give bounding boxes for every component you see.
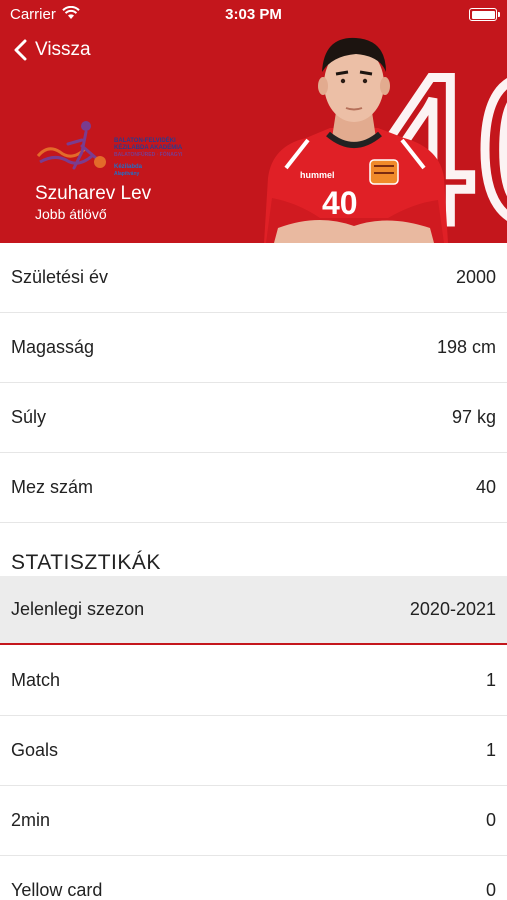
info-label: Magasság [11, 337, 95, 357]
stats-list: Match 1 Goals 1 2min 0 Yellow card 0 [0, 646, 507, 900]
back-button[interactable]: Vissza [14, 34, 91, 66]
player-info-list: Születési év 2000 Magasság 198 cm Súly 9… [0, 243, 507, 523]
player-header: Carrier 3:03 PM Vissza 40 [0, 0, 507, 243]
stat-value: 1 [485, 670, 496, 690]
club-logo: BALATON-FELVIDÉKI KÉZILABDA AKADÉMIA BAL… [34, 118, 204, 182]
info-row-shirt-number: Mez szám 40 [0, 453, 507, 523]
back-label: Vissza [35, 39, 91, 60]
stat-label: Goals [11, 740, 59, 760]
info-row-weight: Súly 97 kg [0, 383, 507, 453]
stat-label: Yellow card [11, 880, 103, 900]
player-name: Szuharev Lev [35, 183, 152, 204]
info-value: 2000 [455, 267, 496, 287]
stat-value: 1 [485, 740, 496, 760]
info-row-height: Magasság 198 cm [0, 313, 507, 383]
stat-row-match: Match 1 [0, 646, 507, 716]
season-selector[interactable]: Jelenlegi szezon 2020-2021 [0, 576, 507, 645]
info-value: 40 [475, 477, 496, 497]
season-value: 2020-2021 [409, 599, 496, 619]
stat-label: 2min [11, 810, 51, 830]
stat-value: 0 [485, 880, 496, 900]
shirt-brand-text: hummel [300, 170, 335, 180]
stat-row-2min: 2min 0 [0, 786, 507, 856]
stat-row-yellow-card: Yellow card 0 [0, 856, 507, 900]
info-label: Súly [11, 407, 47, 427]
stat-label: Match [11, 670, 61, 690]
info-row-birth-year: Születési év 2000 [0, 243, 507, 313]
player-position: Jobb átlövő [35, 206, 107, 222]
info-value: 97 kg [451, 407, 496, 427]
info-value: 198 cm [436, 337, 496, 357]
club-logo-mark [36, 121, 106, 170]
info-label: Mez szám [11, 477, 94, 497]
info-label: Születési év [11, 267, 109, 287]
season-label: Jelenlegi szezon [11, 599, 145, 619]
club-logo-subtext: Kézilabda Alapítvány [114, 164, 143, 177]
club-logo-text: BALATON-FELVIDÉKI KÉZILABDA AKADÉMIA BAL… [114, 138, 183, 158]
stats-section-title: STATISZTIKÁK [11, 551, 161, 574]
chevron-left-icon [14, 39, 27, 61]
player-photo: hummel 40 [264, 37, 448, 243]
shirt-number-text: 40 [322, 185, 358, 221]
stat-row-goals: Goals 1 [0, 716, 507, 786]
stat-value: 0 [485, 810, 496, 830]
